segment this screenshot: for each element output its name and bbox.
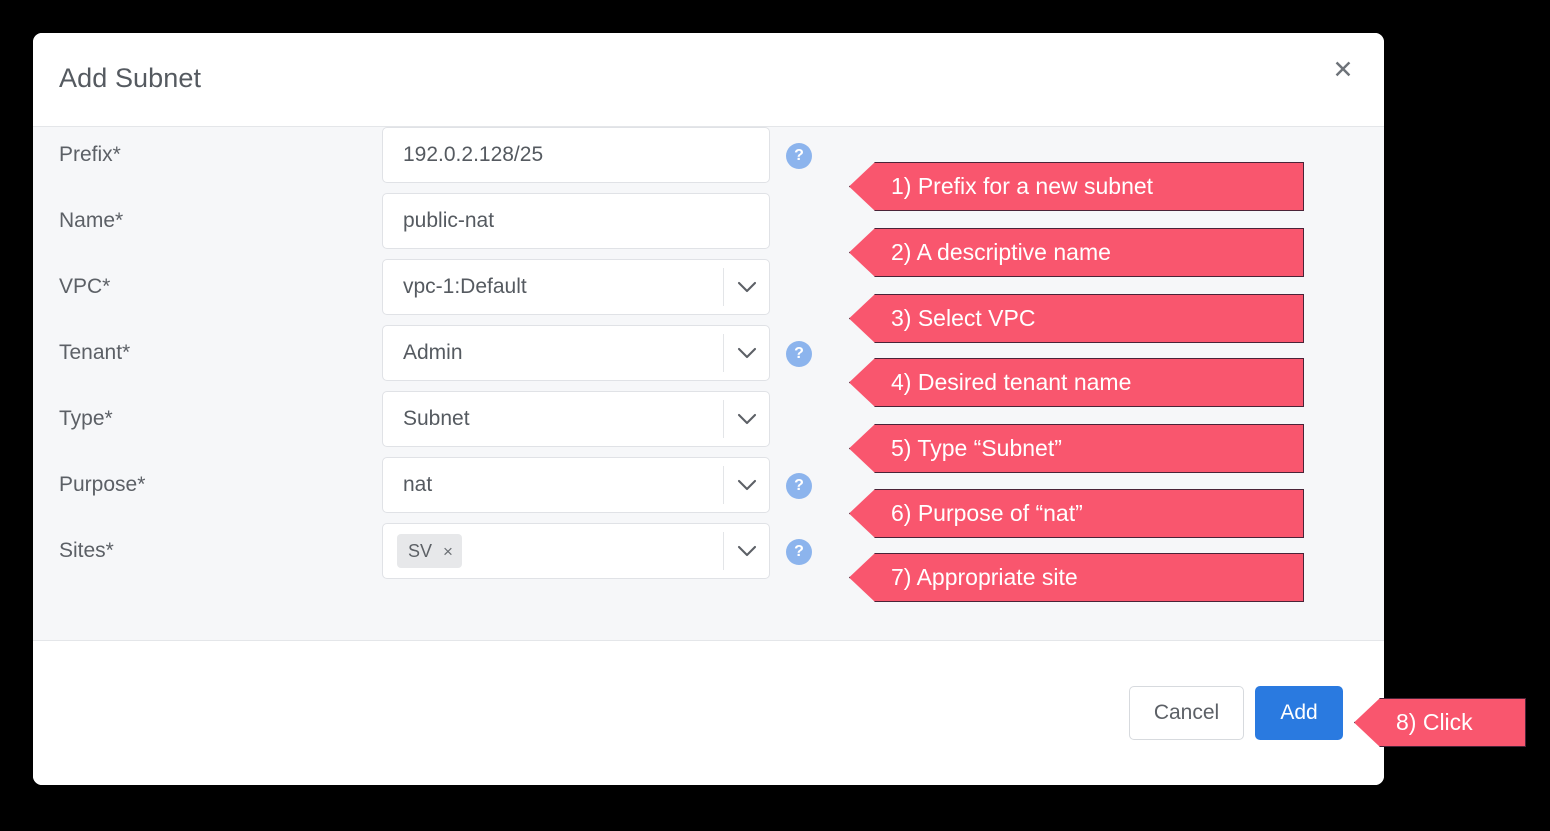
prefix-input[interactable]: 192.0.2.128/25: [382, 127, 770, 183]
type-select-value: Subnet: [383, 407, 723, 431]
help-icon-purpose[interactable]: ?: [786, 473, 812, 499]
sites-selected-values: SV ×: [383, 534, 723, 568]
site-chip-label: SV: [408, 541, 432, 562]
callout-5: 5) Type “Subnet”: [849, 424, 1304, 473]
field-label-vpc: VPC*: [59, 275, 110, 299]
vpc-select[interactable]: vpc-1:Default: [382, 259, 770, 315]
callout-3: 3) Select VPC: [849, 294, 1304, 343]
callout-8-label: 8) Click: [1355, 709, 1473, 736]
tenant-select-value: Admin: [383, 341, 723, 365]
chevron-down-icon[interactable]: [724, 524, 769, 578]
field-label-purpose: Purpose*: [59, 473, 145, 497]
chevron-down-icon[interactable]: [724, 458, 769, 512]
add-button[interactable]: Add: [1255, 686, 1343, 740]
chevron-down-icon[interactable]: [724, 326, 769, 380]
name-input-value: public-nat: [383, 209, 769, 233]
field-label-tenant: Tenant*: [59, 341, 130, 365]
field-label-type: Type*: [59, 407, 113, 431]
cancel-button[interactable]: Cancel: [1129, 686, 1244, 740]
callout-4-label: 4) Desired tenant name: [850, 369, 1131, 396]
vpc-select-value: vpc-1:Default: [383, 275, 723, 299]
site-chip-remove-icon[interactable]: ×: [443, 543, 453, 560]
prefix-input-value: 192.0.2.128/25: [383, 143, 769, 167]
site-chip-sv[interactable]: SV ×: [397, 534, 462, 568]
chevron-down-icon[interactable]: [724, 392, 769, 446]
help-icon-tenant[interactable]: ?: [786, 341, 812, 367]
purpose-select-value: nat: [383, 473, 723, 497]
dialog-footer: Cancel Add: [33, 641, 1384, 785]
field-label-name: Name*: [59, 209, 123, 233]
callout-6-label: 6) Purpose of “nat”: [850, 500, 1083, 527]
help-icon-prefix[interactable]: ?: [786, 143, 812, 169]
chevron-down-icon[interactable]: [724, 260, 769, 314]
callout-2-label: 2) A descriptive name: [850, 239, 1111, 266]
callout-5-label: 5) Type “Subnet”: [850, 435, 1062, 462]
close-icon[interactable]: ✕: [1324, 51, 1362, 89]
tenant-select[interactable]: Admin: [382, 325, 770, 381]
field-label-sites: Sites*: [59, 539, 114, 563]
add-subnet-dialog: Add Subnet ✕ Prefix* 192.0.2.128/25 ? Na…: [33, 33, 1384, 785]
callout-1-label: 1) Prefix for a new subnet: [850, 173, 1153, 200]
field-label-prefix: Prefix*: [59, 143, 121, 167]
callout-7-label: 7) Appropriate site: [850, 564, 1078, 591]
type-select[interactable]: Subnet: [382, 391, 770, 447]
callout-3-label: 3) Select VPC: [850, 305, 1035, 332]
callout-7: 7) Appropriate site: [849, 553, 1304, 602]
callout-6: 6) Purpose of “nat”: [849, 489, 1304, 538]
callout-1: 1) Prefix for a new subnet: [849, 162, 1304, 211]
callout-8: 8) Click: [1354, 698, 1526, 747]
purpose-select[interactable]: nat: [382, 457, 770, 513]
sites-multiselect[interactable]: SV ×: [382, 523, 770, 579]
name-input[interactable]: public-nat: [382, 193, 770, 249]
screenshot-stage: Add Subnet ✕ Prefix* 192.0.2.128/25 ? Na…: [0, 0, 1550, 831]
page-title: Add Subnet: [59, 63, 201, 94]
callout-4: 4) Desired tenant name: [849, 358, 1304, 407]
help-icon-sites[interactable]: ?: [786, 539, 812, 565]
dialog-header: Add Subnet ✕: [33, 33, 1384, 127]
callout-2: 2) A descriptive name: [849, 228, 1304, 277]
